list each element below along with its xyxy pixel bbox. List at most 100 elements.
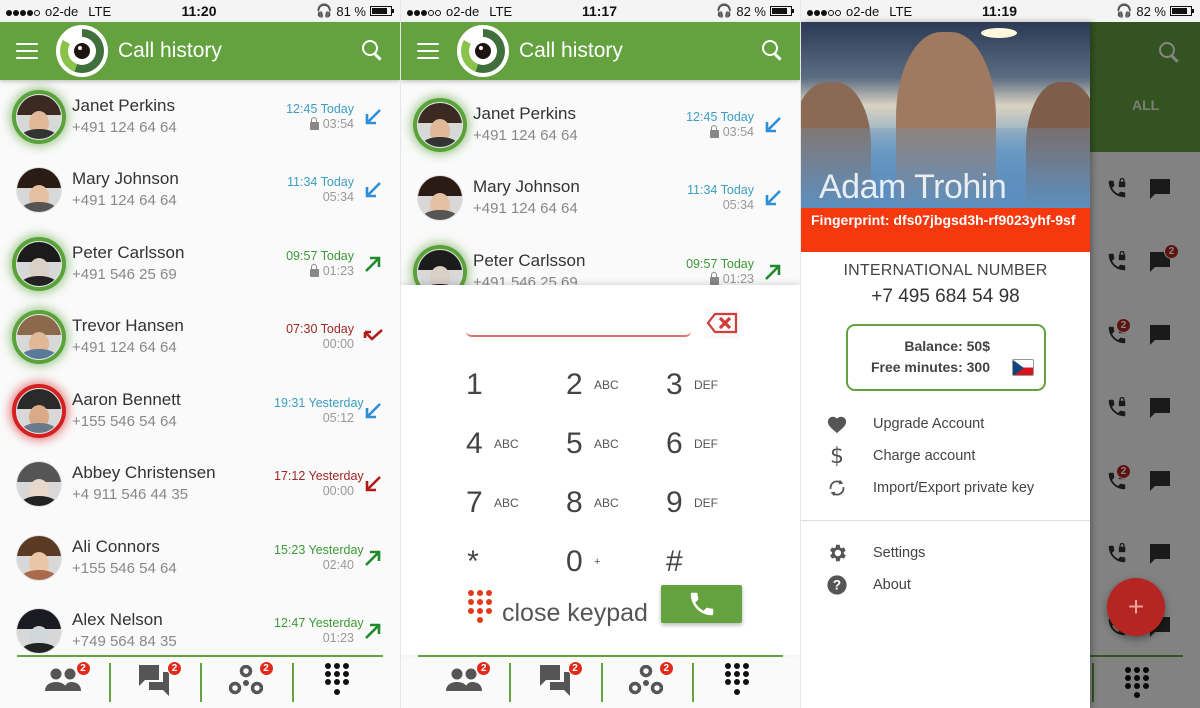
call-list-item[interactable]: Trevor Hansen +491 124 64 64 07:30 Today 00…: [0, 301, 400, 375]
nav-tab-chat[interactable]: 2: [509, 657, 600, 708]
menu-divider: [801, 520, 1090, 521]
add-fab-button[interactable]: +: [1107, 578, 1165, 636]
keypad-key[interactable]: 3 DEF: [666, 368, 766, 402]
screen-dialer: o2-de LTE 11:17 🎧 82 % Call history Janet …: [400, 0, 800, 708]
backspace-button[interactable]: [704, 307, 740, 339]
nav-tab-chat[interactable]: 2: [108, 657, 201, 708]
key-digit: 7: [466, 485, 483, 519]
call-list-item[interactable]: Aaron Bennett +155 546 54 64 19:31 Yesterd…: [0, 374, 400, 448]
call-list-item[interactable]: Abbey Christensen +4 911 546 44 35 17:12 Y…: [0, 448, 400, 522]
call-duration: 05:12: [274, 411, 354, 426]
drawer-item-settings[interactable]: Settings: [801, 537, 1090, 569]
call-time: 09:57 Today: [686, 256, 754, 271]
network-type: LTE: [88, 3, 112, 19]
call-list-item[interactable]: Ali Connors +155 546 54 64 15:23 Yesterday…: [0, 521, 400, 595]
key-digit: 5: [566, 426, 583, 460]
keypad-key[interactable]: 2 ABC: [566, 368, 666, 402]
dial-number-input[interactable]: [466, 307, 691, 337]
key-letters: +: [594, 555, 601, 568]
contact-name: Ali Connors: [72, 536, 160, 556]
drawer-item-charge-account[interactable]: $ Charge account: [801, 440, 1090, 472]
duration-value: 05:12: [322, 410, 354, 425]
search-icon[interactable]: [762, 40, 784, 62]
keypad-key[interactable]: 6 DEF: [666, 427, 766, 461]
duration-value: 03:54: [722, 124, 754, 139]
bottom-nav: 2 2 2: [418, 655, 783, 708]
keypad-row: 7 ABC 8 ABC 9 DEF: [466, 473, 766, 532]
hamburger-menu-icon[interactable]: [16, 43, 38, 59]
key-digit: 0: [566, 544, 583, 578]
contact-info: Abbey Christensen +4 911 546 44 35: [72, 462, 274, 506]
battery-percent: 82 %: [736, 3, 766, 19]
call-duration: 05:34: [274, 190, 354, 205]
call-time: 09:57 Today: [286, 248, 354, 263]
hamburger-menu-icon[interactable]: [417, 43, 439, 59]
keypad-grid: 1 2 ABC 3 DEF 4 ABC 5 ABC 6 DEF 7 ABC 8 ABC 9 DEF * 0 + #: [466, 355, 766, 591]
dial-keypad: 1 2 ABC 3 DEF 4 ABC 5 ABC 6 DEF 7 ABC 8 ABC 9 DEF * 0 + # cl…: [401, 285, 800, 655]
drawer-item-about[interactable]: ? About: [801, 569, 1090, 601]
lock-icon: [709, 124, 719, 138]
bottom-nav: 2 2 2: [17, 655, 383, 708]
heart-icon: [825, 412, 849, 436]
drawer-item-import-export-private-key[interactable]: Import/Export private key: [801, 472, 1090, 504]
contact-number: +491 124 64 64: [473, 126, 578, 144]
screen-drawer: o2-de LTE 11:19 🎧 82 % ALL 222 + Adam Tr…: [800, 0, 1200, 708]
keypad-key[interactable]: 7 ABC: [466, 486, 566, 520]
dollar-icon: $: [830, 443, 844, 469]
keypad-key[interactable]: 9 DEF: [666, 486, 766, 520]
search-icon[interactable]: [362, 40, 384, 62]
key-letters: ABC: [594, 495, 619, 510]
nav-tab-dialpad[interactable]: [291, 657, 384, 708]
call-list-item[interactable]: Mary Johnson +491 124 64 64 11:34 Today 05:…: [0, 154, 400, 228]
call-list-item[interactable]: Peter Carlsson +491 546 25 69 09:57 Today 0…: [0, 227, 400, 301]
notification-badge: 2: [167, 661, 182, 676]
call-meta: 15:23 Yesterday 02:40: [274, 543, 364, 573]
key-digit: 1: [466, 367, 483, 401]
chat-icon: [538, 663, 572, 702]
keypad-key[interactable]: 8 ABC: [566, 486, 666, 520]
call-list-item[interactable]: Janet Perkins +491 124 64 64 12:45 Today 03…: [401, 88, 800, 162]
battery-icon: [769, 6, 794, 16]
avatar: [16, 608, 62, 655]
nav-tab-groups[interactable]: 2: [200, 657, 292, 708]
svg-text:?: ?: [833, 578, 841, 593]
keypad-key[interactable]: 4 ABC: [466, 427, 566, 461]
keypad-key[interactable]: 5 ABC: [566, 427, 666, 461]
drawer-item-upgrade-account[interactable]: Upgrade Account: [801, 408, 1090, 440]
contact-number: +4 911 546 44 35: [72, 486, 189, 504]
close-keypad-button[interactable]: close keypad: [466, 585, 648, 628]
drawer-item-label: Import/Export private key: [873, 480, 1035, 496]
phone-icon: [690, 592, 713, 616]
keypad-key[interactable]: *: [466, 545, 566, 579]
nav-tab-groups[interactable]: 2: [600, 657, 692, 708]
rejected-call-icon: [365, 476, 381, 492]
call-list-item[interactable]: Mary Johnson +491 124 64 64 11:34 Today 05:…: [401, 162, 800, 236]
clock: 11:20: [181, 3, 217, 19]
nav-tab-dialpad[interactable]: [691, 657, 783, 708]
call-list-item[interactable]: Janet Perkins +491 124 64 64 12:45 Today 03…: [0, 80, 400, 154]
call-list: Janet Perkins +491 124 64 64 12:45 Today 03…: [0, 80, 400, 668]
nav-tab-contacts[interactable]: 2: [17, 657, 109, 708]
keypad-key[interactable]: 1: [466, 368, 566, 402]
signal-icon: [407, 4, 442, 19]
navigation-drawer: Adam Trohin Fingerprint: dfs07jbgsd3h-rf…: [801, 22, 1090, 708]
notification-badge: 2: [258, 661, 274, 676]
outgoing-call-icon: [365, 256, 381, 272]
signal-icon: [6, 4, 41, 19]
contact-number: +491 124 64 64: [473, 200, 578, 218]
call-duration: 00:00: [274, 337, 354, 352]
contacts-icon: [44, 667, 81, 698]
keypad-row: * 0 + #: [466, 532, 766, 591]
call-duration: 01:23: [274, 631, 354, 646]
duration-value: 00:00: [322, 484, 354, 499]
missed-call-icon: [363, 329, 383, 342]
keypad-key[interactable]: 0 +: [566, 545, 666, 579]
call-button[interactable]: [661, 585, 742, 623]
nav-tab-contacts[interactable]: 2: [418, 657, 509, 708]
keypad-key[interactable]: #: [666, 545, 766, 579]
contact-number: +491 124 64 64: [72, 118, 177, 136]
avatar: [16, 314, 62, 361]
contact-number: +155 546 54 64: [72, 412, 177, 430]
call-meta: 12:45 Today 03:54: [674, 110, 754, 140]
page-title: Call history: [519, 39, 623, 62]
